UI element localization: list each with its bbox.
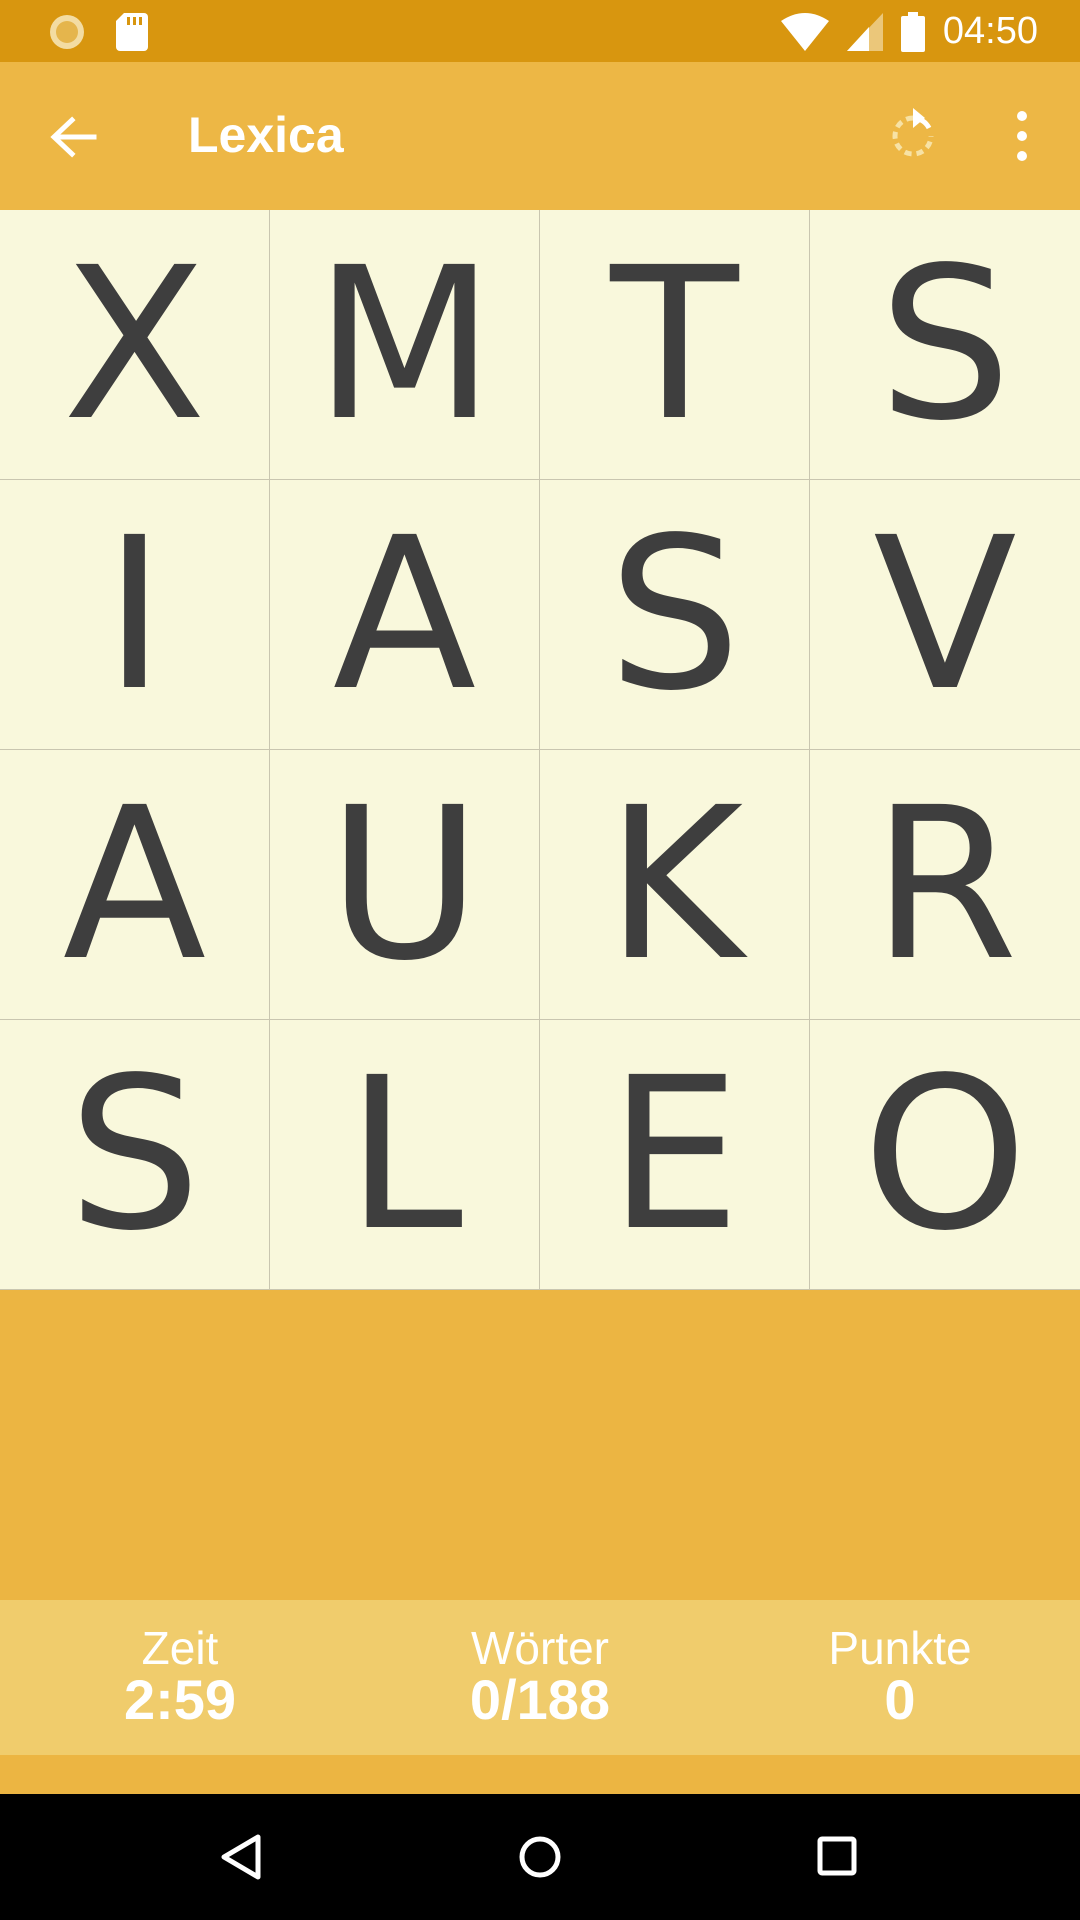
letter-tile[interactable]: V [810, 480, 1080, 750]
letter-tile[interactable]: A [0, 750, 270, 1020]
home-circle-icon[interactable] [512, 1829, 568, 1885]
status-bar: 04:50 [0, 0, 1080, 62]
app-bar: Lexica [0, 62, 1080, 210]
time-value: 2:59 [123, 1668, 237, 1732]
letter-tile[interactable]: L [270, 1020, 540, 1290]
letter-tile[interactable]: K [540, 750, 810, 1020]
refresh-icon[interactable] [885, 108, 941, 164]
letter-tile[interactable]: M [270, 210, 540, 480]
letter-tile[interactable]: S [540, 480, 810, 750]
letter-tile[interactable]: O [810, 1020, 1080, 1290]
app-title: Lexica [188, 107, 344, 163]
battery-icon [900, 11, 925, 52]
letter-tile[interactable]: S [0, 1020, 270, 1290]
letter-tile[interactable]: I [0, 480, 270, 750]
loading-icon [50, 15, 84, 49]
more-vert-icon[interactable] [1004, 108, 1040, 164]
navigation-bar [0, 1794, 1080, 1920]
wifi-icon [780, 12, 829, 51]
letter-tile[interactable]: X [0, 210, 270, 480]
letter-tile[interactable]: T [540, 210, 810, 480]
back-triangle-icon[interactable] [214, 1829, 270, 1885]
status-time: 04:50 [942, 10, 1038, 52]
words-label: Wörter [471, 1622, 609, 1675]
signal-icon [846, 12, 883, 51]
score-bar: Zeit 2:59 Wörter 0/188 Punkte 0 [0, 1600, 1080, 1755]
words-value: 0/188 [469, 1668, 611, 1732]
words-stat: Wörter 0/188 [390, 1625, 690, 1730]
letter-tile[interactable]: U [270, 750, 540, 1020]
time-stat: Zeit 2:59 [30, 1625, 330, 1730]
letter-tile[interactable]: E [540, 1020, 810, 1290]
letter-tile[interactable]: A [270, 480, 540, 750]
points-stat: Punkte 0 [750, 1625, 1050, 1730]
recents-square-icon[interactable] [810, 1829, 866, 1885]
sd-card-icon [116, 13, 148, 51]
points-value: 0 [884, 1668, 916, 1732]
letter-board: X M T S I A S V A U K R S L E O [0, 210, 1080, 1290]
back-arrow-icon[interactable] [48, 112, 98, 162]
letter-tile[interactable]: S [810, 210, 1080, 480]
points-label: Punkte [828, 1622, 972, 1675]
letter-tile[interactable]: R [810, 750, 1080, 1020]
time-label: Zeit [141, 1622, 219, 1675]
